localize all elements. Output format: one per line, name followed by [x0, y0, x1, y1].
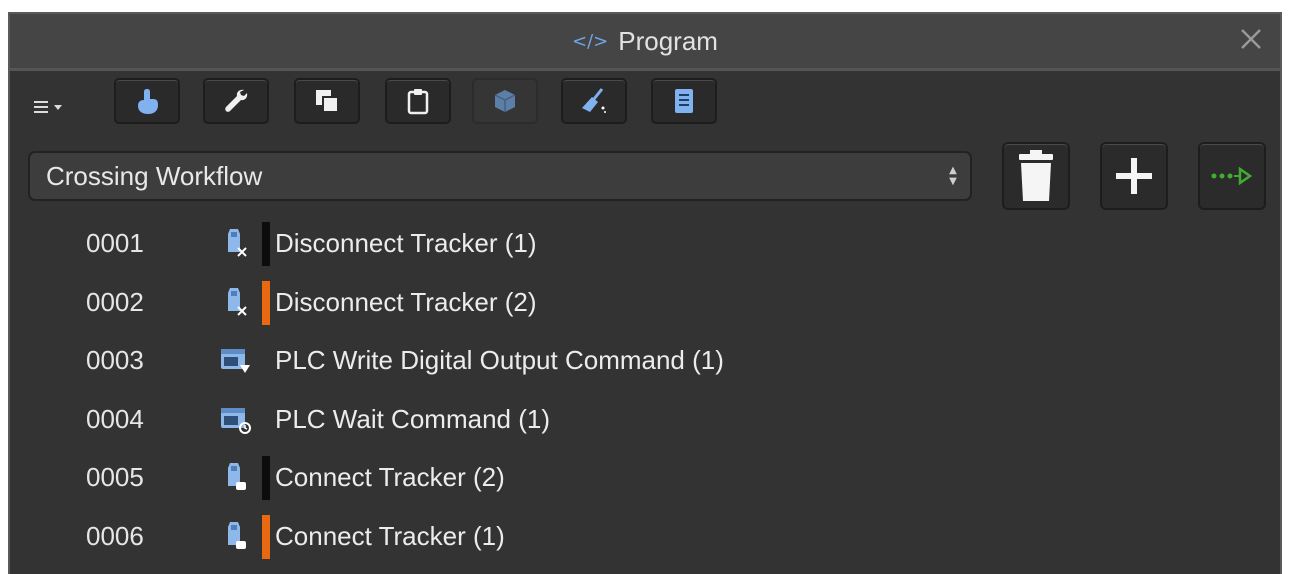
plus-icon: [1116, 158, 1152, 194]
step-row[interactable]: 0002 Disconnect Tracker (2): [10, 273, 1280, 331]
wrench-icon: [225, 89, 248, 112]
paste-button[interactable]: [385, 78, 451, 124]
toolbar: [10, 74, 1280, 126]
step-row[interactable]: 0006 Connect Tracker (1): [10, 507, 1280, 565]
step-number: 0006: [86, 520, 144, 551]
select-arrows-icon: ▲ ▼: [949, 165, 957, 187]
tracker-color-marker: [262, 222, 270, 266]
hand-pointer-icon: [138, 89, 158, 114]
clipboard-icon: [407, 89, 429, 115]
pointer-button[interactable]: [114, 78, 180, 124]
add-program-button[interactable]: [1100, 142, 1168, 210]
step-number: 0004: [86, 403, 144, 434]
trash-icon: [1019, 150, 1053, 201]
run-program-button[interactable]: [1198, 142, 1266, 210]
step-row[interactable]: 0001 Disconnect Tracker (1): [10, 214, 1280, 272]
list-icon: [675, 89, 693, 113]
tracker-connect-icon: [218, 519, 252, 553]
list-view-button[interactable]: [651, 78, 717, 124]
tracker-connect-icon: [218, 460, 252, 494]
hamburger-dropdown-icon: [34, 101, 62, 113]
step-label: PLC Write Digital Output Command (1): [275, 344, 724, 375]
close-button[interactable]: [1236, 24, 1266, 54]
step-number: 0001: [86, 227, 144, 258]
copy-icon: [316, 90, 339, 113]
copy-button[interactable]: [294, 78, 360, 124]
program-select-value: Crossing Workflow: [46, 160, 263, 191]
clean-button[interactable]: [561, 78, 627, 124]
tracker-color-marker: [262, 456, 270, 500]
step-number: 0003: [86, 344, 144, 375]
cube-icon: [494, 90, 516, 112]
object-button[interactable]: [472, 78, 538, 124]
run-sequence-icon: [1211, 166, 1253, 186]
program-panel: </> Program Crossing Workflow ▲ ▼ 0001 D…: [8, 12, 1282, 574]
code-icon: </>: [572, 30, 609, 52]
step-number: 0005: [86, 461, 144, 492]
program-selector-row: Crossing Workflow ▲ ▼: [10, 142, 1280, 210]
step-label: Connect Tracker (2): [275, 461, 505, 492]
step-row[interactable]: 0004 PLC Wait Command (1): [10, 390, 1280, 448]
step-label: Connect Tracker (1): [275, 520, 505, 551]
step-row[interactable]: 0003 PLC Write Digital Output Command (1): [10, 331, 1280, 389]
menu-dropdown-button[interactable]: [32, 96, 76, 120]
delete-program-button[interactable]: [1002, 142, 1070, 210]
tracker-disconnect-icon: [218, 285, 252, 319]
close-icon: [1241, 29, 1261, 49]
title-group: </> Program: [572, 26, 718, 57]
window-title: Program: [618, 25, 718, 56]
step-label: Disconnect Tracker (2): [275, 286, 537, 317]
tracker-color-marker: [262, 281, 270, 325]
step-label: Disconnect Tracker (1): [275, 227, 537, 258]
step-number: 0002: [86, 286, 144, 317]
settings-button[interactable]: [203, 78, 269, 124]
title-bar: </> Program: [10, 14, 1280, 71]
step-label: PLC Wait Command (1): [275, 403, 550, 434]
plc-wait-icon: [218, 402, 252, 436]
plc-write-icon: [218, 343, 252, 377]
tracker-disconnect-icon: [218, 226, 252, 260]
program-select[interactable]: Crossing Workflow ▲ ▼: [28, 151, 972, 201]
step-row[interactable]: 0005 Connect Tracker (2): [10, 448, 1280, 506]
broom-icon: [582, 88, 606, 113]
tracker-color-marker: [262, 515, 270, 559]
